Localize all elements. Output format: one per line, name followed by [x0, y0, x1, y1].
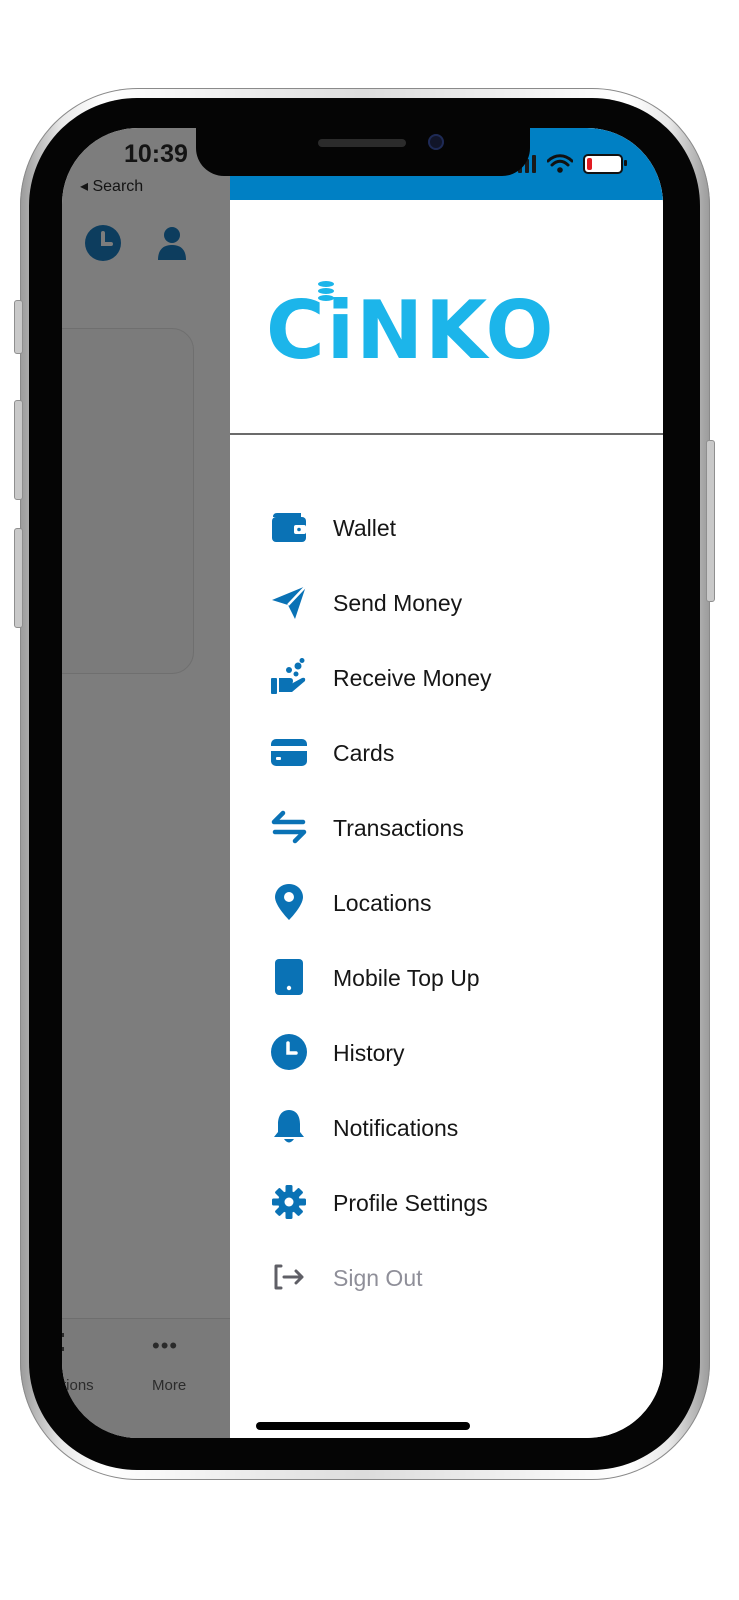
battery-icon — [583, 154, 627, 174]
menu-item-label: Locations — [333, 890, 432, 916]
menu-item-locations[interactable]: Locations — [230, 871, 663, 931]
menu-item-label: Receive Money — [333, 665, 492, 691]
menu-item-notifications[interactable]: Notifications — [230, 1096, 663, 1156]
menu-item-transactions[interactable]: Transactions — [230, 796, 663, 856]
menu-item-label: Send Money — [333, 590, 463, 616]
map-pin-icon — [270, 883, 308, 921]
arrows-swap-icon — [270, 808, 308, 846]
back-to-search-link[interactable]: ◂ Search — [80, 176, 143, 196]
clock-icon — [270, 1033, 308, 1071]
hand-coins-icon — [270, 658, 308, 696]
background-card — [62, 328, 194, 674]
home-indicator[interactable] — [256, 1422, 470, 1430]
menu-item-label: Notifications — [333, 1115, 459, 1141]
wifi-icon — [547, 154, 573, 173]
side-button-power — [706, 440, 715, 602]
background-tabbar: tions ••• More — [62, 1318, 230, 1438]
more-tab-label[interactable]: More — [152, 1377, 186, 1394]
menu-item-receive-money[interactable]: Receive Money — [230, 646, 663, 706]
transactions-tab-label: tions — [62, 1377, 94, 1394]
menu-item-wallet[interactable]: Wallet — [230, 496, 663, 556]
user-icon[interactable] — [153, 224, 191, 262]
clock-icon[interactable] — [84, 224, 122, 262]
mobile-phone-icon — [270, 958, 308, 996]
front-camera — [428, 134, 444, 150]
cinko-logo: CiNKO — [266, 284, 556, 377]
credit-card-icon — [270, 733, 308, 771]
menu-item-label: History — [333, 1040, 405, 1066]
menu-item-profile-settings[interactable]: Profile Settings — [230, 1171, 663, 1231]
menu-item-label: Sign Out — [333, 1265, 423, 1291]
logo-area: CiNKO — [230, 200, 663, 434]
menu-item-label: Profile Settings — [333, 1190, 488, 1216]
transactions-tab-icon[interactable] — [62, 1329, 68, 1359]
menu-item-label: Transactions — [333, 815, 464, 841]
menu-item-label: Wallet — [333, 515, 397, 541]
menu-item-mobile-top-up[interactable]: Mobile Top Up — [230, 946, 663, 1006]
menu-item-history[interactable]: History — [230, 1021, 663, 1081]
sign-out-icon — [270, 1258, 308, 1296]
menu-item-sign-out[interactable]: Sign Out — [230, 1246, 663, 1306]
drawer-divider — [230, 433, 663, 435]
navigation-drawer: CiNKO Wallet Send Money Receive Money Ca… — [230, 128, 663, 1438]
status-time: 10:39 — [124, 140, 188, 168]
menu-item-cards[interactable]: Cards — [230, 721, 663, 781]
earpiece-speaker — [318, 139, 406, 147]
more-dots-icon[interactable]: ••• — [152, 1333, 178, 1359]
side-button-mute — [14, 300, 23, 354]
gear-icon — [270, 1183, 308, 1221]
paper-plane-icon — [270, 583, 308, 621]
side-button-volume-down — [14, 528, 23, 628]
menu-item-send-money[interactable]: Send Money — [230, 571, 663, 631]
screen: 10:39 ◂ Search tions ••• More CiNKO Wall… — [62, 128, 663, 1438]
side-button-volume-up — [14, 400, 23, 500]
menu-item-label: Mobile Top Up — [333, 965, 480, 991]
coin-stack-icon — [318, 281, 334, 301]
menu-item-label: Cards — [333, 740, 395, 766]
wallet-icon — [270, 508, 308, 546]
background-app-overlay[interactable]: 10:39 ◂ Search tions ••• More — [62, 128, 230, 1438]
phone-notch — [196, 128, 530, 176]
bell-icon — [270, 1108, 308, 1146]
